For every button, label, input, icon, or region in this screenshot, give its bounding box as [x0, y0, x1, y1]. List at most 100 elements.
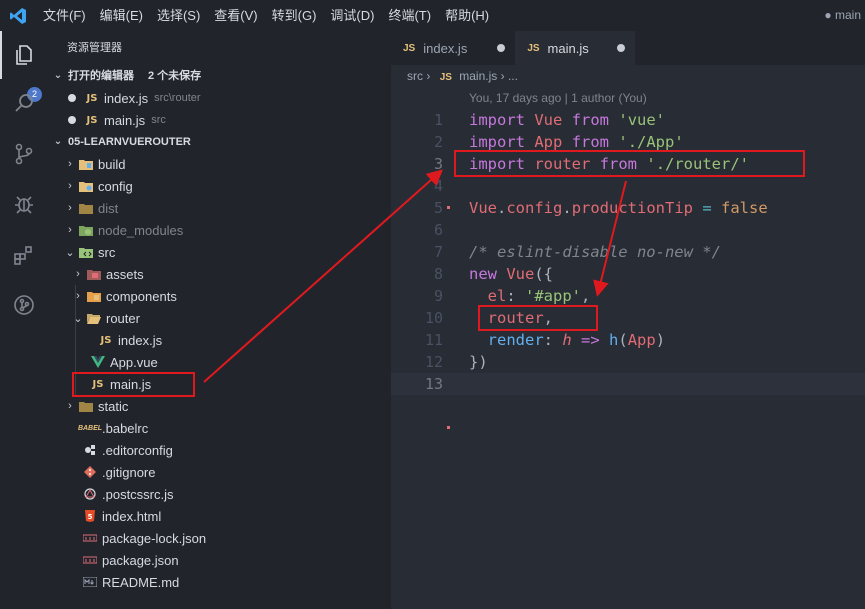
folder-src-icon: [78, 244, 94, 260]
menu-terminal[interactable]: 终端(T): [381, 0, 438, 31]
token-punct: }): [469, 353, 488, 371]
menu-file[interactable]: 文件(F): [36, 0, 93, 31]
tree-label: build: [98, 156, 126, 172]
annotation-box-main-js: [72, 372, 195, 397]
breadcrumb-separator-icon: ›: [500, 69, 508, 83]
unsaved-dot-icon[interactable]: [616, 44, 625, 52]
chevron-right-icon: ›: [76, 290, 80, 302]
menu-help[interactable]: 帮助(H): [438, 0, 496, 31]
token-comment: /* eslint-disable no-new */: [469, 243, 721, 261]
unsaved-count: 2 个未保存: [148, 70, 202, 82]
chevron-down-icon: ⌄: [65, 246, 75, 259]
tree-folder-components[interactable]: › components: [48, 285, 391, 307]
activity-bar: 2: [0, 31, 48, 609]
token-variable: Vue: [469, 199, 497, 217]
diff-marker: [447, 426, 450, 429]
tree-folder-src[interactable]: ⌄ src: [48, 241, 391, 263]
open-editors-header[interactable]: ⌄ 打开的编辑器 2 个未保存: [48, 65, 391, 87]
tree-file-gitignore[interactable]: .gitignore: [48, 461, 391, 483]
tree-file-postcssrc[interactable]: .postcssrc.js: [48, 483, 391, 505]
tree-file-package-lock[interactable]: package-lock.json: [48, 527, 391, 549]
tree-folder-static[interactable]: › static: [48, 395, 391, 417]
tree-folder-assets[interactable]: › assets: [48, 263, 391, 285]
tree-file-readme[interactable]: README.md: [48, 571, 391, 593]
tab-index-js[interactable]: JS index.js: [391, 31, 516, 65]
tree-label: package-lock.json: [102, 530, 207, 546]
tab-main-js[interactable]: JS main.js: [515, 31, 635, 65]
js-file-icon: JS: [439, 72, 452, 83]
tree-label: .babelrc: [102, 420, 149, 436]
token-punct: (: [618, 331, 628, 349]
code-line: 4: [391, 175, 865, 197]
tree-label: .gitignore: [102, 464, 156, 480]
tree-file-index-html[interactable]: 5 index.html: [48, 505, 391, 527]
svg-text:5: 5: [88, 513, 93, 521]
postcss-file-icon: [82, 486, 98, 502]
token-property: el: [487, 287, 507, 305]
token-punct: .: [562, 199, 572, 217]
token-punct: :: [543, 331, 563, 349]
line-number: 9: [433, 287, 443, 305]
menu-selection[interactable]: 选择(S): [150, 0, 207, 31]
open-editor-item[interactable]: JS index.js src\router: [48, 87, 391, 109]
git-file-icon: [82, 464, 98, 480]
folder-dist-icon: [78, 200, 94, 216]
title-bar: 文件(F) 编辑(E) 选择(S) 查看(V) 转到(G) 调试(D) 终端(T…: [0, 0, 865, 31]
tree-folder-node-modules[interactable]: › node_modules: [48, 219, 391, 241]
menu-debug[interactable]: 调试(D): [323, 0, 381, 31]
breadcrumb-more[interactable]: ...: [508, 69, 518, 83]
token-variable: Vue: [534, 111, 563, 129]
code-line: 10 router,: [391, 307, 865, 329]
token-variable: App: [534, 133, 563, 151]
token-punct: :: [506, 287, 526, 305]
menu-view[interactable]: 查看(V): [207, 0, 264, 31]
token-punct: .: [497, 199, 507, 217]
codelens-blame[interactable]: You, 17 days ago | 1 author (You): [391, 87, 865, 109]
debug-icon[interactable]: [0, 180, 48, 228]
menu-go[interactable]: 转到(G): [265, 0, 324, 31]
tree-file-router-index[interactable]: JS index.js: [48, 329, 391, 351]
unsaved-dot-icon[interactable]: [497, 44, 506, 52]
breadcrumb-file[interactable]: main.js: [459, 69, 497, 83]
line-number: 13: [424, 375, 443, 393]
annotation-box-router-option: [478, 305, 598, 331]
search-icon[interactable]: [0, 79, 48, 127]
line-number: 8: [433, 265, 443, 283]
project-header[interactable]: ⌄ 05-LEARNVUEROUTER: [48, 131, 391, 153]
breadcrumb: src › JS main.js › ...: [391, 65, 865, 87]
code-line: 7 /* eslint-disable no-new */: [391, 241, 865, 263]
open-editor-path: src\router: [154, 92, 201, 104]
source-control-icon[interactable]: [0, 130, 48, 178]
git-history-icon[interactable]: [0, 281, 48, 329]
folder-build-icon: [78, 156, 94, 172]
annotation-box-import-router: [454, 150, 805, 177]
code-line: 9 el: '#app',: [391, 285, 865, 307]
menu-edit[interactable]: 编辑(E): [93, 0, 150, 31]
token-param: h: [562, 331, 572, 349]
breadcrumb-folder[interactable]: src: [407, 69, 423, 83]
folder-open-icon: [86, 310, 102, 326]
tree-folder-build[interactable]: › build: [48, 153, 391, 175]
tree-file-package-json[interactable]: package.json: [48, 549, 391, 571]
line-number: 3: [433, 155, 443, 173]
tree-label: config: [98, 178, 133, 194]
tree-folder-dist[interactable]: › dist: [48, 197, 391, 219]
explorer-icon[interactable]: [0, 31, 48, 79]
tree-file-app-vue[interactable]: App.vue: [48, 351, 391, 373]
babel-file-icon: BABEL: [77, 424, 103, 432]
tree-file-babelrc[interactable]: BABEL .babelrc: [48, 417, 391, 439]
tree-file-editorconfig[interactable]: .editorconfig: [48, 439, 391, 461]
token-operator: =: [693, 199, 722, 217]
extensions-icon[interactable]: [0, 231, 48, 279]
token-keyword: import: [469, 133, 525, 151]
npm-file-icon: [82, 552, 98, 568]
tree-label: dist: [98, 200, 119, 216]
token-property: render: [487, 331, 544, 349]
tree-label: .editorconfig: [102, 442, 173, 458]
tree-folder-router[interactable]: ⌄ router: [48, 307, 391, 329]
open-editor-item[interactable]: JS main.js src: [48, 109, 391, 131]
html-file-icon: 5: [82, 508, 98, 524]
chevron-down-icon: ⌄: [53, 136, 63, 147]
tree-folder-config[interactable]: › config: [48, 175, 391, 197]
tree-label: package.json: [102, 552, 179, 568]
